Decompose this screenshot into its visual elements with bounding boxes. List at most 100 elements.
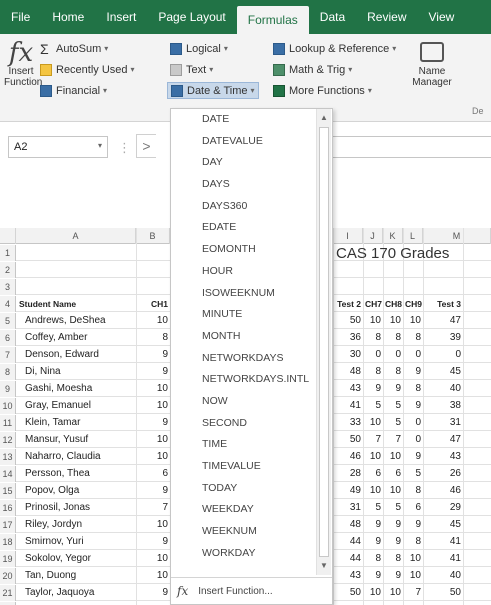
table-cell[interactable]: 10 <box>136 568 170 584</box>
name-manager-button[interactable]: Name Manager <box>412 42 452 88</box>
table-cell[interactable]: 5 <box>403 466 423 482</box>
table-cell[interactable]: 9 <box>363 381 383 397</box>
table-cell[interactable]: 8 <box>383 364 403 380</box>
tab-formulas[interactable]: Formulas <box>236 6 309 34</box>
row-header[interactable]: 15 <box>0 483 16 499</box>
table-cell[interactable]: 9 <box>403 517 423 533</box>
table-cell[interactable]: 50 <box>333 585 363 601</box>
table-cell[interactable]: 9 <box>383 381 403 397</box>
column-title-cell[interactable]: CH9 <box>403 296 423 312</box>
table-cell[interactable]: 9 <box>383 517 403 533</box>
table-cell[interactable]: 9 <box>363 517 383 533</box>
column-header-b[interactable]: B <box>136 228 170 244</box>
table-cell[interactable]: 9 <box>363 534 383 550</box>
table-cell[interactable]: 0 <box>403 432 423 448</box>
text-button[interactable]: Text ▾ <box>167 61 216 78</box>
financial-button[interactable]: Financial ▾ <box>37 82 110 99</box>
row-header[interactable]: 17 <box>0 517 16 533</box>
function-menu-item[interactable]: NETWORKDAYS.INTL <box>171 369 316 391</box>
table-cell[interactable]: 8 <box>403 381 423 397</box>
table-cell[interactable]: 5 <box>383 415 403 431</box>
table-cell[interactable]: 10 <box>363 313 383 329</box>
table-cell[interactable]: 28 <box>333 466 363 482</box>
table-cell[interactable]: 10 <box>136 313 170 329</box>
table-cell[interactable]: 10 <box>136 432 170 448</box>
function-menu-item[interactable]: DATE <box>171 109 316 131</box>
table-cell[interactable]: 8 <box>136 330 170 346</box>
table-cell[interactable]: Gashi, Moesha <box>17 381 136 397</box>
table-cell[interactable]: 9 <box>136 364 170 380</box>
column-title-cell[interactable]: CH7 <box>363 296 383 312</box>
table-cell[interactable]: 8 <box>363 551 383 567</box>
table-cell[interactable]: 9 <box>136 415 170 431</box>
scroll-up-icon[interactable]: ▲ <box>317 111 331 125</box>
table-cell[interactable]: 10 <box>136 398 170 414</box>
table-cell[interactable]: 6 <box>403 500 423 516</box>
table-cell[interactable]: Persson, Thea <box>17 466 136 482</box>
table-cell[interactable]: 8 <box>363 330 383 346</box>
table-cell[interactable]: 10 <box>403 313 423 329</box>
function-menu-item[interactable]: DAYS <box>171 174 316 196</box>
row-header[interactable]: 1 <box>0 245 16 261</box>
table-cell[interactable]: 36 <box>333 330 363 346</box>
table-cell[interactable]: 8 <box>383 551 403 567</box>
table-cell[interactable]: 10 <box>383 483 403 499</box>
select-all-corner[interactable] <box>0 228 16 244</box>
table-cell[interactable]: 8 <box>403 483 423 499</box>
table-cell[interactable]: 45 <box>423 517 463 533</box>
table-cell[interactable]: 48 <box>333 364 363 380</box>
insert-function-button[interactable]: fx Insert Function <box>4 40 42 88</box>
function-menu-item[interactable]: DAY <box>171 152 316 174</box>
table-cell[interactable]: 44 <box>333 534 363 550</box>
table-cell[interactable]: Sokolov, Yegor <box>17 551 136 567</box>
table-cell[interactable]: Coffey, Amber <box>17 330 136 346</box>
table-cell[interactable]: 9 <box>403 449 423 465</box>
table-cell[interactable]: 0 <box>363 347 383 363</box>
function-menu-item[interactable]: MINUTE <box>171 304 316 326</box>
table-cell[interactable]: 50 <box>333 313 363 329</box>
table-cell[interactable]: Naharro, Claudia <box>17 449 136 465</box>
more-functions-button[interactable]: More Functions ▾ <box>270 82 375 99</box>
table-cell[interactable]: 5 <box>383 500 403 516</box>
table-cell[interactable]: 47 <box>423 313 463 329</box>
table-cell[interactable]: 43 <box>333 381 363 397</box>
autosum-button[interactable]: Σ AutoSum ▾ <box>37 40 111 57</box>
table-cell[interactable]: 50 <box>423 585 463 601</box>
scrollbar-thumb[interactable] <box>319 127 329 557</box>
table-cell[interactable]: 8 <box>383 330 403 346</box>
tab-home[interactable]: Home <box>41 0 95 34</box>
table-cell[interactable]: Klein, Tamar <box>17 415 136 431</box>
function-menu-item[interactable]: DAYS360 <box>171 196 316 218</box>
table-cell[interactable]: 33 <box>333 415 363 431</box>
table-cell[interactable]: Denson, Edward <box>17 347 136 363</box>
table-cell[interactable]: 47 <box>423 432 463 448</box>
table-cell[interactable]: 26 <box>423 466 463 482</box>
table-cell[interactable]: 30 <box>333 347 363 363</box>
table-cell[interactable]: 45 <box>423 364 463 380</box>
table-cell[interactable]: 10 <box>383 585 403 601</box>
table-cell[interactable]: 6 <box>136 466 170 482</box>
table-cell[interactable]: 41 <box>333 398 363 414</box>
table-cell[interactable]: 5 <box>383 398 403 414</box>
table-cell[interactable]: 40 <box>423 381 463 397</box>
column-header-l[interactable]: L <box>403 228 423 244</box>
table-cell[interactable]: 10 <box>363 449 383 465</box>
recently-used-button[interactable]: Recently Used ▾ <box>37 61 138 78</box>
table-cell[interactable]: 10 <box>363 483 383 499</box>
table-cell[interactable]: 10 <box>136 381 170 397</box>
table-cell[interactable]: 10 <box>136 517 170 533</box>
table-cell[interactable]: 7 <box>136 500 170 516</box>
row-header[interactable]: 19 <box>0 551 16 567</box>
table-cell[interactable]: 8 <box>403 330 423 346</box>
row-header[interactable]: 9 <box>0 381 16 397</box>
row-header[interactable]: 10 <box>0 398 16 414</box>
table-cell[interactable]: 10 <box>383 313 403 329</box>
column-title-cell[interactable]: Test 3 <box>423 296 463 312</box>
table-cell[interactable]: 0 <box>383 347 403 363</box>
table-cell[interactable]: 10 <box>403 551 423 567</box>
function-menu-item[interactable]: ISOWEEKNUM <box>171 283 316 305</box>
column-title-cell[interactable]: CH1 <box>136 296 170 312</box>
table-cell[interactable]: 10 <box>383 449 403 465</box>
row-header[interactable]: 12 <box>0 432 16 448</box>
row-header[interactable]: 16 <box>0 500 16 516</box>
